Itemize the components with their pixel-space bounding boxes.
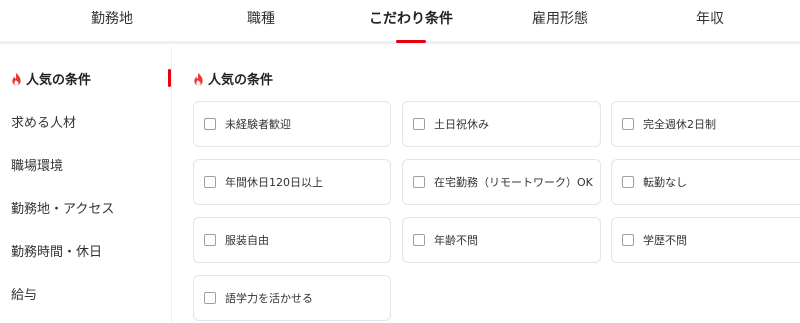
option-card[interactable]: 完全週休2日制	[611, 101, 800, 147]
sidebar-item-label: 勤務地・アクセス	[11, 202, 115, 217]
sidebar-item-requirements[interactable]: 求める人材	[11, 112, 76, 131]
sidebar-item-label: 勤務時間・休日	[11, 245, 103, 260]
active-tab-indicator	[396, 40, 426, 43]
flame-icon	[194, 72, 203, 85]
sidebar-item-workplace[interactable]: 職場環境	[11, 155, 63, 174]
sidebar-item-label: 人気の条件	[26, 73, 92, 88]
tab-location[interactable]: 勤務地	[57, 8, 167, 28]
option-card[interactable]: 年齢不問	[402, 217, 601, 263]
checkbox-icon[interactable]	[622, 118, 634, 130]
tab-salary[interactable]: 年収	[655, 8, 765, 28]
checkbox-icon[interactable]	[413, 118, 425, 130]
sidebar-item-salary[interactable]: 給与	[11, 284, 37, 303]
option-label: 年齢不問	[434, 234, 478, 247]
option-label: 在宅勤務（リモートワーク）OK	[434, 176, 593, 189]
option-label: 土日祝休み	[434, 118, 489, 131]
option-card[interactable]: 服装自由	[193, 217, 391, 263]
option-card[interactable]: 年間休日120日以上	[193, 159, 391, 205]
tab-preferences[interactable]: こだわり条件	[356, 8, 466, 28]
option-card[interactable]: 転勤なし	[611, 159, 800, 205]
section-title-label: 人気の条件	[208, 73, 274, 88]
checkbox-icon[interactable]	[204, 118, 216, 130]
option-label: 服装自由	[225, 234, 269, 247]
option-label: 転勤なし	[643, 176, 687, 189]
flame-icon	[12, 72, 21, 85]
option-label: 完全週休2日制	[643, 118, 716, 131]
option-label: 未経験者歓迎	[225, 118, 291, 131]
tab-job-type[interactable]: 職種	[206, 8, 316, 28]
active-sidebar-indicator	[168, 69, 171, 87]
checkbox-icon[interactable]	[622, 234, 634, 246]
option-card[interactable]: 学歴不問	[611, 217, 800, 263]
section-title: 人気の条件	[193, 69, 273, 88]
condition-sidebar	[0, 47, 172, 323]
sidebar-item-hours[interactable]: 勤務時間・休日	[11, 241, 102, 260]
option-card[interactable]: 在宅勤務（リモートワーク）OK	[402, 159, 601, 205]
sidebar-item-popular[interactable]: 人気の条件	[11, 69, 91, 88]
checkbox-icon[interactable]	[204, 234, 216, 246]
option-label: 学歴不問	[643, 234, 687, 247]
option-label: 語学力を活かせる	[225, 292, 313, 305]
checkbox-icon[interactable]	[413, 176, 425, 188]
option-card[interactable]: 未経験者歓迎	[193, 101, 391, 147]
checkbox-icon[interactable]	[204, 292, 216, 304]
checkbox-icon[interactable]	[204, 176, 216, 188]
option-label: 年間休日120日以上	[225, 176, 323, 189]
sidebar-item-label: 求める人材	[11, 116, 77, 131]
tab-employment-type[interactable]: 雇用形態	[505, 8, 615, 28]
checkbox-icon[interactable]	[622, 176, 634, 188]
category-tabs: 勤務地 職種 こだわり条件 雇用形態 年収	[0, 0, 800, 44]
sidebar-item-label: 給与	[11, 288, 38, 303]
option-card[interactable]: 語学力を活かせる	[193, 275, 391, 321]
sidebar-item-access[interactable]: 勤務地・アクセス	[11, 198, 114, 217]
checkbox-icon[interactable]	[413, 234, 425, 246]
sidebar-item-label: 職場環境	[11, 159, 64, 174]
option-card[interactable]: 土日祝休み	[402, 101, 601, 147]
